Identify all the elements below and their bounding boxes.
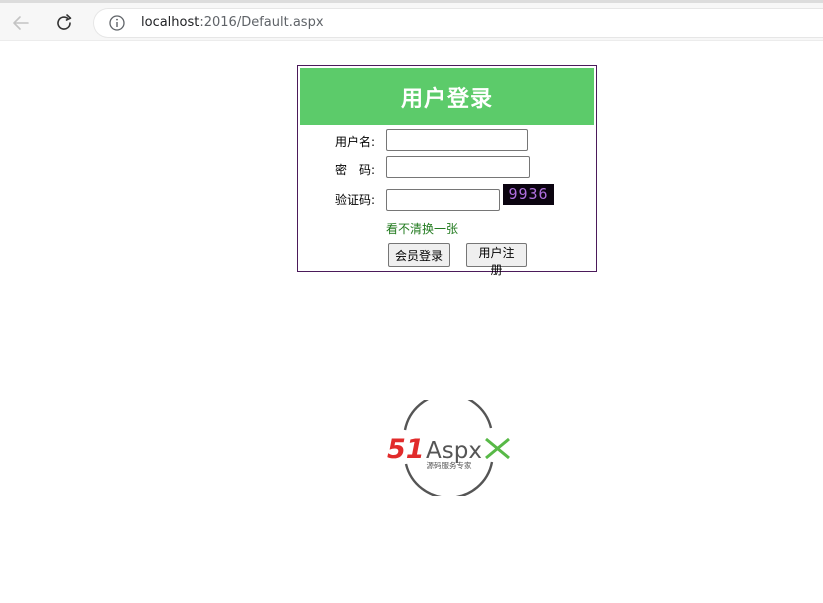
address-bar[interactable]: localhost:2016/Default.aspx (93, 8, 823, 38)
user-register-button[interactable]: 用户注册 (466, 243, 527, 277)
captcha-input[interactable] (386, 189, 500, 211)
captcha-label: 验证码: (335, 193, 376, 207)
login-panel: 用户登录 用户名: 密 码: 验证码: 9936 看不清换一张 会员登录 用户注… (297, 65, 597, 277)
username-input[interactable] (386, 129, 528, 151)
url-path: :2016/Default.aspx (199, 15, 324, 30)
toolbar-divider (0, 40, 823, 41)
member-login-button[interactable]: 会员登录 (388, 243, 450, 267)
logo-x-mark (485, 437, 510, 460)
logo-brand-number: 51 (387, 434, 425, 465)
back-arrow-icon[interactable] (10, 12, 32, 34)
captcha-image[interactable]: 9936 (503, 184, 554, 205)
url-text[interactable]: localhost:2016/Default.aspx (141, 15, 324, 30)
site-logo: 51 Aspx 源码服务专家 (387, 400, 510, 496)
url-host: localhost (141, 15, 200, 30)
username-label: 用户名: (335, 135, 376, 149)
login-header: 用户登录 (300, 68, 594, 125)
reload-icon[interactable] (53, 12, 75, 34)
logo-tagline: 源码服务专家 (427, 460, 472, 470)
login-title: 用户登录 (400, 86, 493, 112)
info-icon[interactable] (109, 15, 125, 31)
logo-ring-top (403, 400, 493, 431)
password-label: 密 码: (335, 163, 376, 177)
password-input[interactable] (386, 156, 530, 178)
refresh-captcha-link[interactable]: 看不清换一张 (386, 220, 458, 237)
browser-toolbar: localhost:2016/Default.aspx (0, 0, 823, 40)
